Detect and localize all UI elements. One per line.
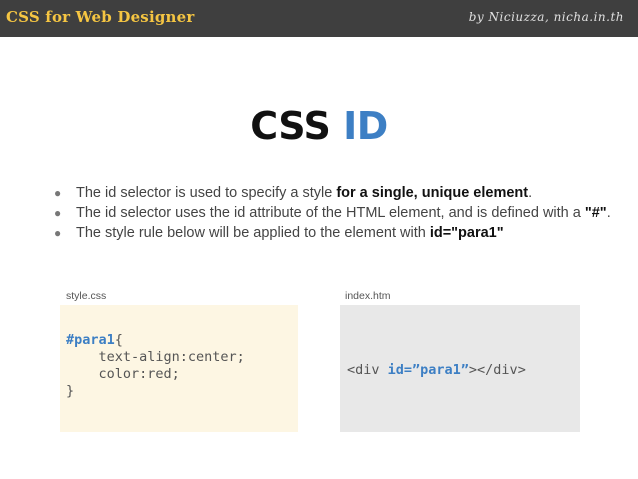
bullet-dot-icon: ●	[54, 226, 62, 240]
css-code-box: #para1{ text-align:center; color:red; }	[60, 305, 298, 432]
bullet-item: ● The id selector uses the id attribute …	[54, 205, 611, 221]
bullet-dot-icon: ●	[54, 186, 62, 200]
css-file-label: style.css	[66, 290, 107, 302]
header-bar: CSS for Web Designer by Niciuzza, nicha.…	[0, 0, 638, 37]
bullet-list: ● The id selector is used to specify a s…	[52, 184, 612, 244]
slide-title-part1: CSS	[250, 104, 331, 148]
course-title: CSS for Web Designer	[6, 8, 195, 26]
html-code-box: <div id=”para1”></div>	[340, 305, 580, 432]
css-code: #para1{ text-align:center; color:red; }	[66, 332, 245, 399]
slide-title-part2: ID	[343, 104, 388, 148]
bullet-item: ● The style rule below will be applied t…	[54, 225, 504, 241]
bullet-item: ● The id selector is used to specify a s…	[54, 185, 533, 201]
author-credit: by Niciuzza, nicha.in.th	[468, 10, 624, 24]
bullet-dot-icon: ●	[54, 206, 62, 220]
html-code: <div id=”para1”></div>	[347, 362, 526, 378]
html-file-label: index.htm	[345, 290, 391, 302]
slide-title: CSS ID	[0, 104, 638, 148]
